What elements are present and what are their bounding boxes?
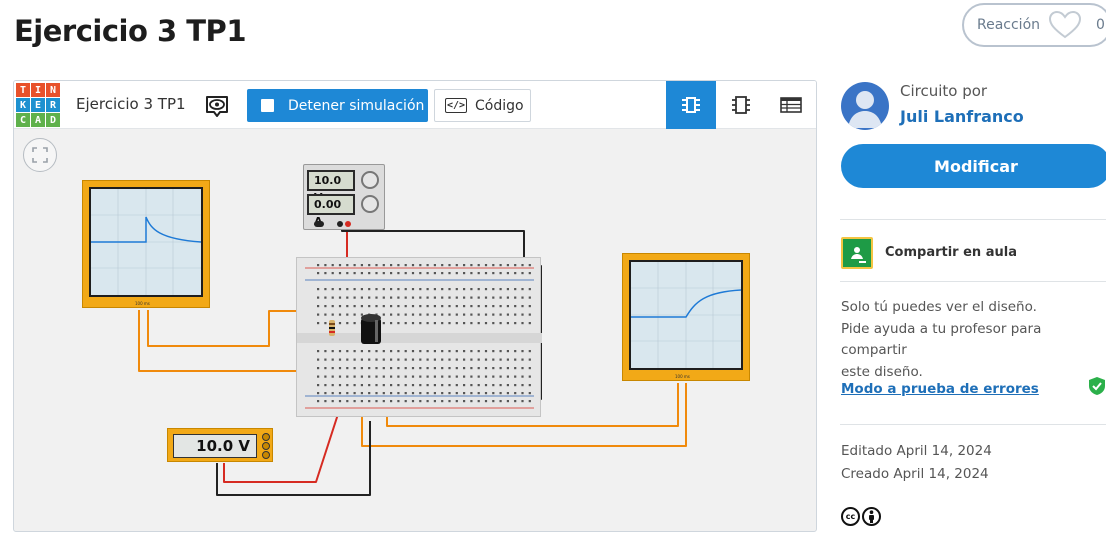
license-icons[interactable]: cc [841,507,881,527]
share-classroom-button[interactable]: Compartir en aula [885,245,1017,260]
reaction-label: Reacción [977,17,1041,33]
divider [840,281,1106,282]
attribution-icon [862,507,881,526]
page-title: Ejercicio 3 TP1 [14,14,247,48]
oscilloscope-right[interactable]: 100 ms [622,253,750,381]
oscilloscope-left-label: 100 ms [135,301,150,306]
privacy-line: este diseño. [841,363,923,380]
reaction-button[interactable]: Reacción 0 [962,3,1106,47]
resistor[interactable] [328,318,336,338]
modify-button[interactable]: Modificar [841,144,1106,188]
avatar[interactable] [841,82,889,130]
google-classroom-icon[interactable] [841,237,873,269]
oscilloscope-left-screen [89,187,203,297]
author-link[interactable]: Juli Lanfranco [900,107,1024,126]
reaction-count: 0 [1096,17,1105,33]
psu-voltage-knob[interactable] [361,171,379,189]
wire-orange-scope1-a [147,310,304,347]
multimeter-display: 10.0 V [173,434,257,458]
psu-current-display: 0.00 A [307,194,355,228]
wire-orange-scope1-b [138,310,304,372]
oscilloscope-left[interactable]: 100 ms [82,180,210,308]
breadboard-holes [297,264,542,409]
edited-date: Editado April 14, 2024 [841,443,992,459]
divider [840,424,1106,425]
privacy-note: Solo tú puedes ver el diseño. Pide ayuda… [841,297,1106,383]
shield-check-icon [1089,377,1105,395]
heart-icon [1049,10,1082,39]
oscilloscope-right-screen [629,260,743,370]
creative-commons-icon: cc [841,507,860,526]
power-supply[interactable]: 10.0 V 0.00 A [303,164,385,230]
privacy-line: Solo tú puedes ver el diseño. [841,299,1037,315]
user-avatar-icon [848,91,882,128]
circuit-editor: TINKERCAD Ejercicio 3 TP1 Detener simula… [13,80,817,532]
psu-voltage-display: 10.0 V [307,170,355,204]
psu-current-knob[interactable] [361,195,379,213]
capacitor[interactable] [359,312,383,348]
safe-mode-link[interactable]: Modo a prueba de errores [841,381,1039,397]
divider [840,219,1106,220]
oscilloscope-right-trace [631,262,741,368]
oscilloscope-left-trace [91,189,201,295]
multimeter-knobs [262,433,270,459]
breadboard[interactable] [296,257,542,417]
oscilloscope-right-label: 100 ms [675,374,690,379]
psu-terminals [314,221,351,227]
multimeter[interactable]: 10.0 V [167,428,273,462]
privacy-line: Pide ayuda a tu profesor para compartir [841,320,1042,359]
created-date: Creado April 14, 2024 [841,466,989,482]
made-by-label: Circuito por [900,82,988,100]
